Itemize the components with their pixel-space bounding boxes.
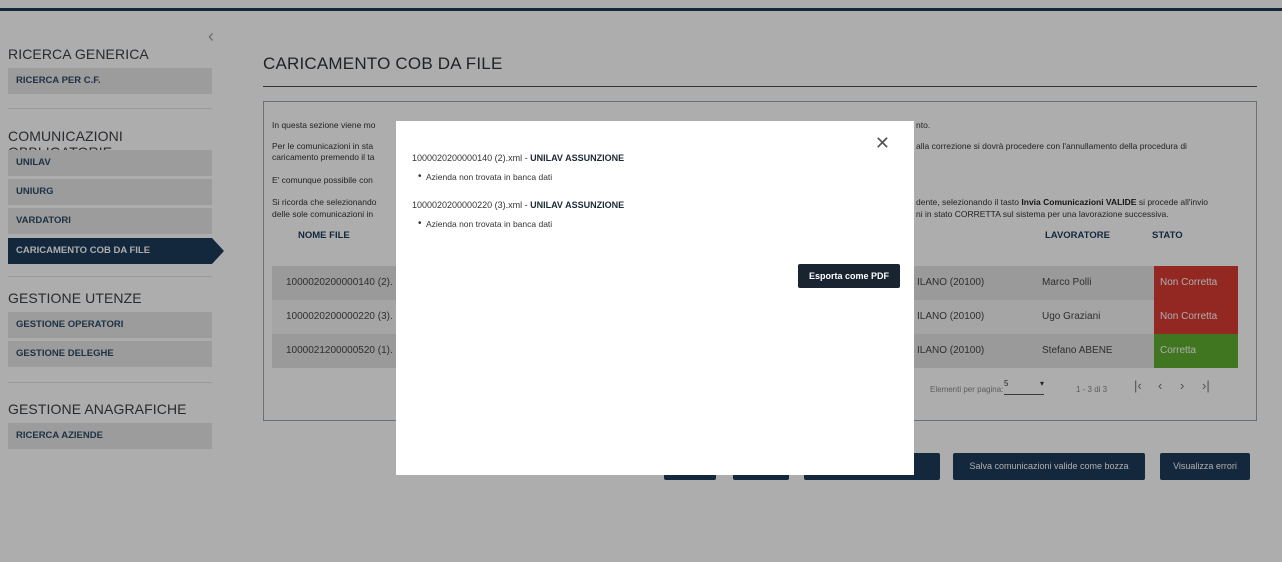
errors-modal: ✕ 1000020200000140 (2).xml - UNILAV ASSU… <box>396 121 914 475</box>
export-pdf-button[interactable]: Esporta come PDF <box>798 264 900 288</box>
modal-error-item: Azienda non trovata in banca dati <box>418 171 552 182</box>
modal-file-entry: 1000020200000220 (3).xml - UNILAV ASSUNZ… <box>412 200 625 210</box>
close-icon[interactable]: ✕ <box>875 133 890 153</box>
modal-error-item: Azienda non trovata in banca dati <box>418 218 552 229</box>
modal-file-entry: 1000020200000140 (2).xml - UNILAV ASSUNZ… <box>412 153 625 163</box>
